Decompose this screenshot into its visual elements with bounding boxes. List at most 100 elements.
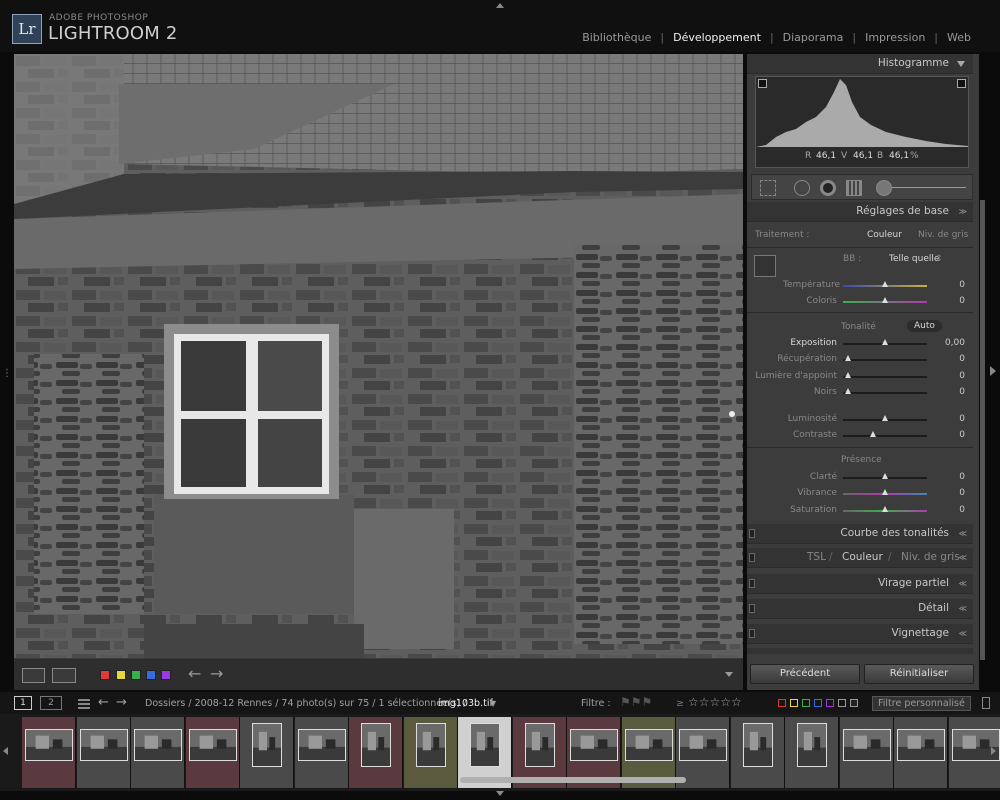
panel-expand-icon[interactable]: ≫ bbox=[959, 207, 967, 216]
color-label-blue-button[interactable] bbox=[146, 670, 156, 680]
next-photo-arrow-icon[interactable]: → bbox=[210, 664, 223, 683]
panel-expand-icon[interactable]: ≪ bbox=[959, 529, 967, 538]
filmstrip-thumbnail[interactable] bbox=[252, 723, 282, 767]
filmstrip-cell[interactable] bbox=[730, 717, 785, 788]
filmstrip-thumbnail[interactable] bbox=[188, 729, 237, 761]
panel-toggle-switch[interactable] bbox=[749, 604, 755, 613]
filmstrip-cell[interactable] bbox=[131, 717, 185, 788]
recovery-handle[interactable] bbox=[845, 355, 851, 361]
spot-removal-tool-icon[interactable] bbox=[794, 180, 810, 196]
contrast-value[interactable]: 0 bbox=[959, 430, 965, 440]
collapse-right-panel-icon[interactable] bbox=[990, 366, 996, 376]
filmstrip-cell[interactable] bbox=[894, 717, 948, 788]
fill-light-handle[interactable] bbox=[845, 372, 851, 378]
filter-red-label-icon[interactable] bbox=[778, 699, 786, 707]
brightness-handle[interactable] bbox=[882, 415, 888, 421]
back-arrow-icon[interactable]: ← bbox=[98, 695, 109, 710]
filmstrip-thumbnail[interactable] bbox=[25, 729, 73, 761]
grayscale-tab[interactable]: Niv. de gris bbox=[901, 551, 960, 563]
saturation-value[interactable]: 0 bbox=[959, 505, 965, 515]
panel-expand-icon[interactable]: ≪ bbox=[959, 629, 967, 638]
panel-toggle-switch[interactable] bbox=[749, 579, 755, 588]
current-filename[interactable]: img103b.tif bbox=[438, 698, 493, 709]
expand-left-panel-icon[interactable]: ⋮ bbox=[2, 368, 12, 379]
grid-view-icon[interactable] bbox=[78, 697, 90, 709]
panel-toggle-switch[interactable] bbox=[749, 529, 755, 538]
tint-handle[interactable] bbox=[882, 297, 888, 303]
treatment-color-option[interactable]: Couleur bbox=[867, 230, 902, 240]
saturation-handle[interactable] bbox=[882, 506, 888, 512]
tint-value[interactable]: 0 bbox=[959, 296, 965, 306]
white-balance-eyedropper-icon[interactable] bbox=[754, 255, 776, 277]
blacks-handle[interactable] bbox=[845, 388, 851, 394]
filmstrip-thumbnail[interactable] bbox=[742, 723, 773, 767]
filmstrip-scroll-right-icon[interactable] bbox=[991, 747, 996, 755]
filmstrip-scrollbar[interactable] bbox=[460, 777, 686, 783]
module-develop[interactable]: Développement bbox=[671, 31, 763, 44]
clarity-handle[interactable] bbox=[882, 473, 888, 479]
adjustment-brush-icon[interactable] bbox=[876, 180, 892, 196]
auto-tone-button[interactable]: Auto bbox=[907, 320, 942, 332]
blacks-slider[interactable] bbox=[843, 392, 927, 394]
filmstrip-thumbnail[interactable] bbox=[361, 723, 391, 767]
graduated-filter-icon[interactable] bbox=[846, 180, 862, 196]
red-eye-tool-icon[interactable] bbox=[820, 180, 836, 196]
filmstrip-thumbnail[interactable] bbox=[897, 729, 945, 761]
window-1-button[interactable]: 1 bbox=[14, 696, 32, 710]
custom-filter-select[interactable]: Filtre personnalisé bbox=[872, 696, 971, 711]
filmstrip-thumbnail[interactable] bbox=[79, 729, 128, 761]
exposure-handle[interactable] bbox=[882, 339, 888, 345]
panel-expand-icon[interactable]: ≪ bbox=[959, 553, 967, 562]
filename-chevron-icon[interactable]: ▼ bbox=[490, 699, 496, 708]
filmstrip-scroll-left-icon[interactable] bbox=[3, 747, 8, 755]
filmstrip-thumbnail[interactable] bbox=[134, 729, 182, 761]
toolbar-menu-chevron-icon[interactable] bbox=[725, 672, 733, 677]
star-rating-filter-icons[interactable]: ☆☆☆☆☆ bbox=[688, 695, 742, 709]
filmstrip-thumbnail[interactable] bbox=[470, 723, 500, 767]
filmstrip-thumbnail[interactable] bbox=[842, 729, 891, 761]
exposure-value[interactable]: 0,00 bbox=[945, 338, 965, 348]
filmstrip-cell[interactable] bbox=[349, 717, 403, 788]
panel-toggle-switch[interactable] bbox=[749, 629, 755, 638]
flag-filter-icons[interactable]: ⚑⚑⚑ bbox=[620, 695, 652, 709]
fill-light-slider[interactable] bbox=[843, 376, 927, 378]
filmstrip-thumbnail[interactable] bbox=[570, 729, 618, 761]
blacks-value[interactable]: 0 bbox=[959, 387, 965, 397]
filmstrip-cell[interactable] bbox=[76, 717, 131, 788]
color-label-green-button[interactable] bbox=[131, 670, 141, 680]
shadow-clipping-icon[interactable] bbox=[758, 79, 767, 88]
filmstrip-thumbnail[interactable] bbox=[951, 729, 1000, 761]
filmstrip-cell[interactable] bbox=[294, 717, 349, 788]
vibrance-handle[interactable] bbox=[882, 489, 888, 495]
color-label-purple-button[interactable] bbox=[161, 670, 171, 680]
detail-header[interactable]: Détail ≪ bbox=[747, 599, 973, 619]
tone-curve-header[interactable]: Courbe des tonalités ≪ bbox=[747, 524, 973, 544]
filter-no-label-icon[interactable] bbox=[850, 699, 858, 707]
rating-operator[interactable]: ≥ bbox=[676, 698, 684, 709]
filmstrip-cell[interactable] bbox=[403, 717, 458, 788]
panel-expand-icon[interactable]: ≪ bbox=[959, 604, 967, 613]
treatment-grayscale-option[interactable]: Niv. de gris bbox=[918, 230, 968, 240]
contrast-slider[interactable] bbox=[843, 435, 927, 437]
filmstrip-cell[interactable] bbox=[185, 717, 240, 788]
filmstrip-cell[interactable] bbox=[785, 717, 839, 788]
loupe-view-icon[interactable] bbox=[22, 668, 45, 683]
recovery-slider[interactable] bbox=[843, 359, 927, 361]
panel-expand-icon[interactable]: ≪ bbox=[959, 579, 967, 588]
filter-other-label-icon[interactable] bbox=[838, 699, 846, 707]
vibrance-value[interactable]: 0 bbox=[959, 488, 965, 498]
filmstrip-cell[interactable] bbox=[839, 717, 894, 788]
clarity-value[interactable]: 0 bbox=[959, 472, 965, 482]
brightness-value[interactable]: 0 bbox=[959, 414, 965, 424]
filmstrip-thumbnail[interactable] bbox=[797, 723, 827, 767]
fill-light-value[interactable]: 0 bbox=[959, 371, 965, 381]
recovery-value[interactable]: 0 bbox=[959, 354, 965, 364]
filmstrip-thumbnail[interactable] bbox=[297, 729, 346, 761]
filter-purple-label-icon[interactable] bbox=[826, 699, 834, 707]
collapse-top-panel-icon[interactable] bbox=[496, 3, 504, 8]
color-label-yellow-button[interactable] bbox=[116, 670, 126, 680]
hsl-tab[interactable]: TSL bbox=[807, 551, 826, 563]
filter-green-label-icon[interactable] bbox=[802, 699, 810, 707]
previous-photo-arrow-icon[interactable]: ← bbox=[188, 664, 201, 683]
filmstrip-thumbnail[interactable] bbox=[415, 723, 446, 767]
